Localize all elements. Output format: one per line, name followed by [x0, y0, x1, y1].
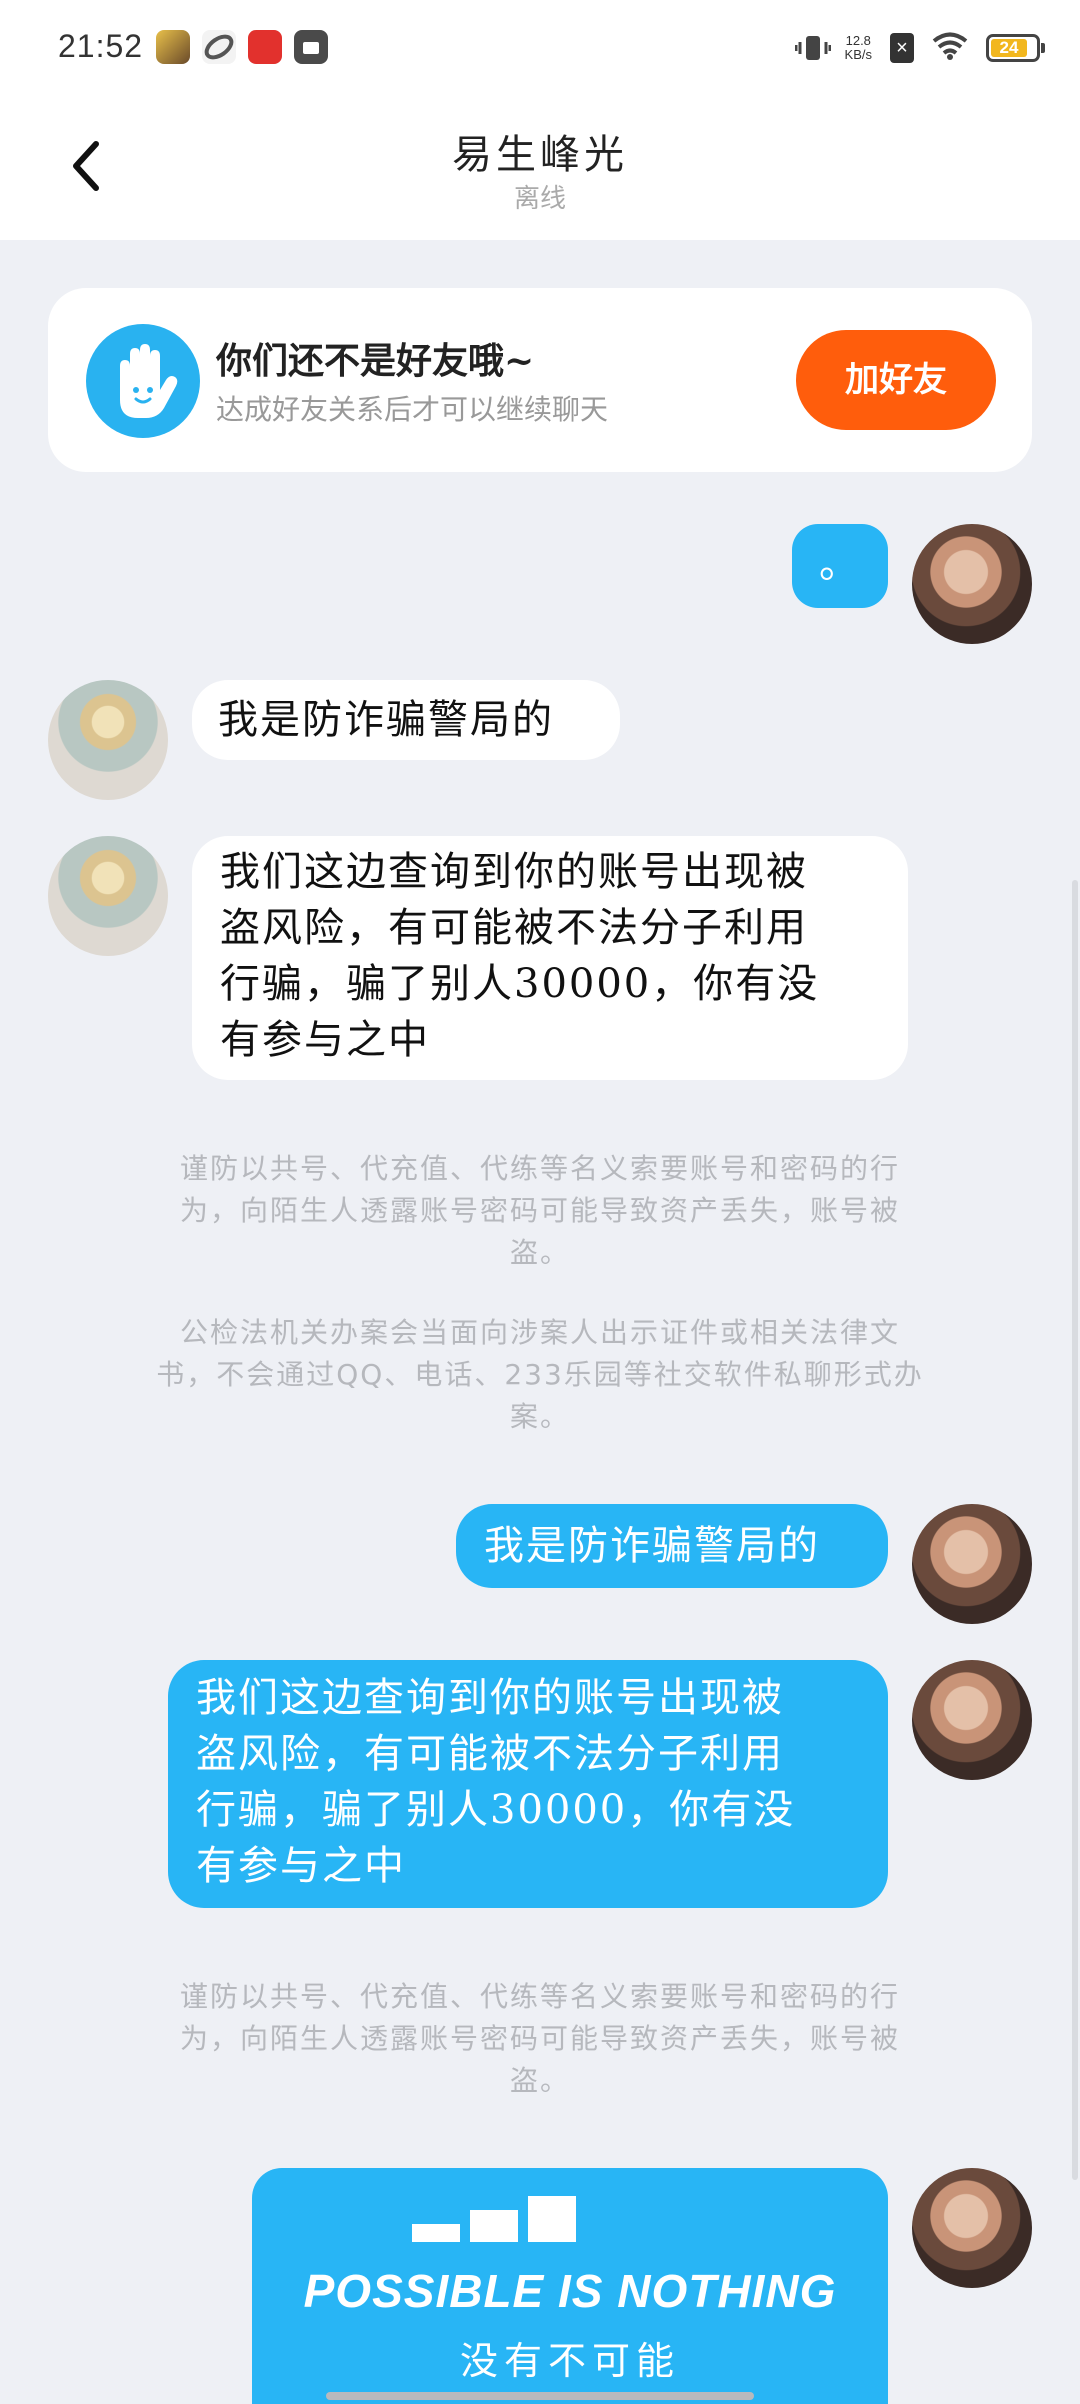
safety-notice: 谨防以共号、代充值、代练等名义索要账号和密码的行 为，向陌生人透露账号密码可能导…: [96, 1976, 984, 2102]
not-friend-card: 你们还不是好友哦~ 达成好友关系后才可以继续聊天 加好友: [48, 288, 1032, 472]
message-bubble-incoming[interactable]: 我们这边查询到你的账号出现被 盗风险，有可能被不法分子利用 行骗，骗了别人300…: [192, 836, 908, 1080]
avatar[interactable]: [912, 1660, 1032, 1780]
sim-x-icon: ×: [890, 33, 914, 63]
message-bubble-outgoing[interactable]: 。: [792, 524, 888, 608]
home-indicator[interactable]: [326, 2392, 754, 2400]
safety-notice: 谨防以共号、代充值、代练等名义索要账号和密码的行 为，向陌生人透露账号密码可能导…: [96, 1148, 984, 1274]
notice-line: 谨防以共号、代充值、代练等名义索要账号和密码的行: [179, 1152, 900, 1185]
notice-line: 案。: [509, 1400, 570, 1433]
online-status: 离线: [513, 184, 566, 214]
message-bubble-incoming[interactable]: 我是防诈骗警局的: [192, 680, 620, 760]
battery-icon: 24: [986, 34, 1045, 62]
message-line: 盗风险，有可能被不法分子利用: [196, 1731, 784, 1777]
hand-wave-icon: [86, 324, 200, 438]
avatar[interactable]: [48, 836, 168, 956]
notice-line: 盗。: [509, 1236, 570, 1269]
message-line: 行骗，骗了别人30000，你有没: [220, 961, 820, 1007]
status-time: 21:52: [58, 28, 144, 64]
net-speed: 12.8 KB/s: [845, 34, 872, 62]
message-line: 我们这边查询到你的账号出现被: [196, 1675, 784, 1721]
message-bubble-outgoing[interactable]: 我们这边查询到你的账号出现被 盗风险，有可能被不法分子利用 行骗，骗了别人300…: [168, 1660, 888, 1908]
chat-header: 易生峰光 离线: [0, 96, 1080, 240]
not-friend-title: 你们还不是好友哦~: [216, 340, 535, 382]
message-text: 。: [819, 541, 861, 587]
red-app-icon: [248, 30, 282, 64]
not-friend-subtitle: 达成好友关系后才可以继续聊天: [216, 393, 609, 426]
game-app-icon: [156, 30, 190, 64]
notice-line: 谨防以共号、代充值、代练等名义索要账号和密码的行: [179, 1980, 900, 2013]
message-text: 我是防诈骗警局的: [218, 697, 554, 743]
net-speed-value: 12.8: [845, 33, 871, 48]
message-text: 我是防诈骗警局的: [484, 1523, 820, 1569]
avatar[interactable]: [48, 680, 168, 800]
image-message[interactable]: POSSIBLE IS NOTHING 没有不可能: [252, 2168, 888, 2404]
police-notice: 公检法机关办案会当面向涉案人出示证件或相关法律文 书，不会通过QQ、电话、233…: [96, 1312, 984, 1438]
logo-bars-icon: [412, 2196, 576, 2242]
notice-line: 为，向陌生人透露账号密码可能导致资产丢失，账号被: [179, 1194, 900, 1227]
vibrate-icon: [794, 32, 832, 64]
message-line: 有参与之中: [196, 1843, 406, 1889]
poster-english-text: POSSIBLE IS NOTHING: [303, 2265, 837, 2317]
message-bubble-outgoing[interactable]: 我是防诈骗警局的: [456, 1504, 888, 1588]
page-title: 易生峰光: [452, 132, 628, 178]
bag-app-icon: [294, 30, 328, 64]
notice-line: 书，不会通过QQ、电话、233乐园等社交软件私聊形式办: [156, 1358, 924, 1391]
poster-chinese-text: 没有不可能: [459, 2339, 680, 2383]
notice-line: 为，向陌生人透露账号密码可能导致资产丢失，账号被: [179, 2022, 900, 2055]
message-line: 盗风险，有可能被不法分子利用: [220, 905, 808, 951]
message-line: 有参与之中: [220, 1017, 430, 1063]
avatar[interactable]: [912, 524, 1032, 644]
message-line: 我们这边查询到你的账号出现被: [220, 849, 808, 895]
notice-line: 公检法机关办案会当面向涉案人出示证件或相关法律文: [179, 1316, 900, 1349]
wifi-icon: [932, 32, 968, 64]
scrollbar[interactable]: [1072, 880, 1078, 2180]
status-bar: 21:52 12.8 KB/s × 24: [0, 0, 1080, 96]
status-right: 12.8 KB/s × 24: [794, 26, 1045, 70]
add-friend-button[interactable]: 加好友: [796, 330, 996, 430]
battery-level: 24: [991, 39, 1027, 57]
net-speed-unit: KB/s: [844, 47, 872, 62]
message-line: 行骗，骗了别人30000，你有没: [196, 1787, 796, 1833]
notice-line: 盗。: [509, 2064, 570, 2097]
avatar[interactable]: [912, 1504, 1032, 1624]
leaf-app-icon: [202, 30, 236, 64]
avatar[interactable]: [912, 2168, 1032, 2288]
